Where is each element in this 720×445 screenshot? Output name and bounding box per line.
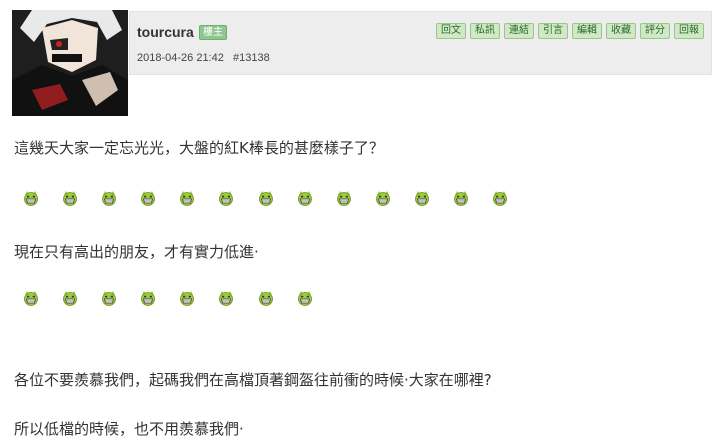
post-meta-box: tourcura 樓主 2018-04-26 21:42 #13138 回文 私… <box>129 11 712 75</box>
green-grin-emoticon-icon <box>141 291 156 306</box>
timestamp-text: 2018-04-26 21:42 <box>137 52 224 64</box>
green-grin-emoticon-icon <box>258 291 273 306</box>
green-grin-emoticon-icon <box>454 191 468 206</box>
reply-button[interactable]: 回文 <box>436 23 466 39</box>
emoji-row <box>23 290 336 306</box>
post-actions: 回文 私訊 連結 引言 編輯 收藏 評分 回報 <box>436 23 704 39</box>
anime-character-avatar-icon <box>12 10 128 116</box>
green-grin-emoticon-icon <box>180 191 195 206</box>
green-grin-emoticon-icon <box>493 191 508 206</box>
rate-button[interactable]: 評分 <box>640 23 670 39</box>
green-grin-emoticon-icon <box>297 291 312 306</box>
green-grin-emoticon-icon <box>219 191 234 206</box>
green-grin-emoticon-icon <box>102 191 117 206</box>
username-link[interactable]: tourcura <box>137 24 194 40</box>
green-grin-emoticon-icon <box>24 191 38 206</box>
green-grin-emoticon-icon <box>102 291 117 306</box>
post-text-line: 這幾天大家一定忘光光，大盤的紅K棒長的甚麼樣子了？ <box>14 139 384 157</box>
green-grin-emoticon-icon <box>24 291 38 306</box>
post-number-link[interactable]: #13138 <box>233 52 270 64</box>
avatar[interactable] <box>12 10 128 116</box>
green-grin-emoticon-icon <box>63 291 77 306</box>
green-grin-emoticon-icon <box>180 291 195 306</box>
quote-button[interactable]: 引言 <box>538 23 568 39</box>
post-timestamp: 2018-04-26 21:42 #13138 <box>137 52 270 64</box>
favorite-button[interactable]: 收藏 <box>606 23 636 39</box>
report-button[interactable]: 回報 <box>674 23 704 39</box>
post-text-line: 所以低檔的時候，也不用羨慕我們‧ <box>14 420 244 438</box>
private-message-button[interactable]: 私訊 <box>470 23 500 39</box>
post-text-line: 各位不要羨慕我們，起碼我們在高檔頂著鋼盔往前衝的時候‧大家在哪裡? <box>14 371 492 389</box>
post-header: tourcura 樓主 2018-04-26 21:42 #13138 回文 私… <box>0 0 720 118</box>
green-grin-emoticon-icon <box>63 191 77 206</box>
emoji-row <box>23 190 531 206</box>
edit-button[interactable]: 編輯 <box>572 23 602 39</box>
green-grin-emoticon-icon <box>297 191 312 206</box>
green-grin-emoticon-icon <box>219 291 234 306</box>
link-button[interactable]: 連結 <box>504 23 534 39</box>
green-grin-emoticon-icon <box>375 191 390 206</box>
green-grin-emoticon-icon <box>336 191 351 206</box>
post-text-line: 現在只有高出的朋友，才有實力低進‧ <box>14 243 259 261</box>
role-badge: 樓主 <box>199 25 227 40</box>
green-grin-emoticon-icon <box>415 191 429 206</box>
green-grin-emoticon-icon <box>258 191 273 206</box>
green-grin-emoticon-icon <box>141 191 156 206</box>
